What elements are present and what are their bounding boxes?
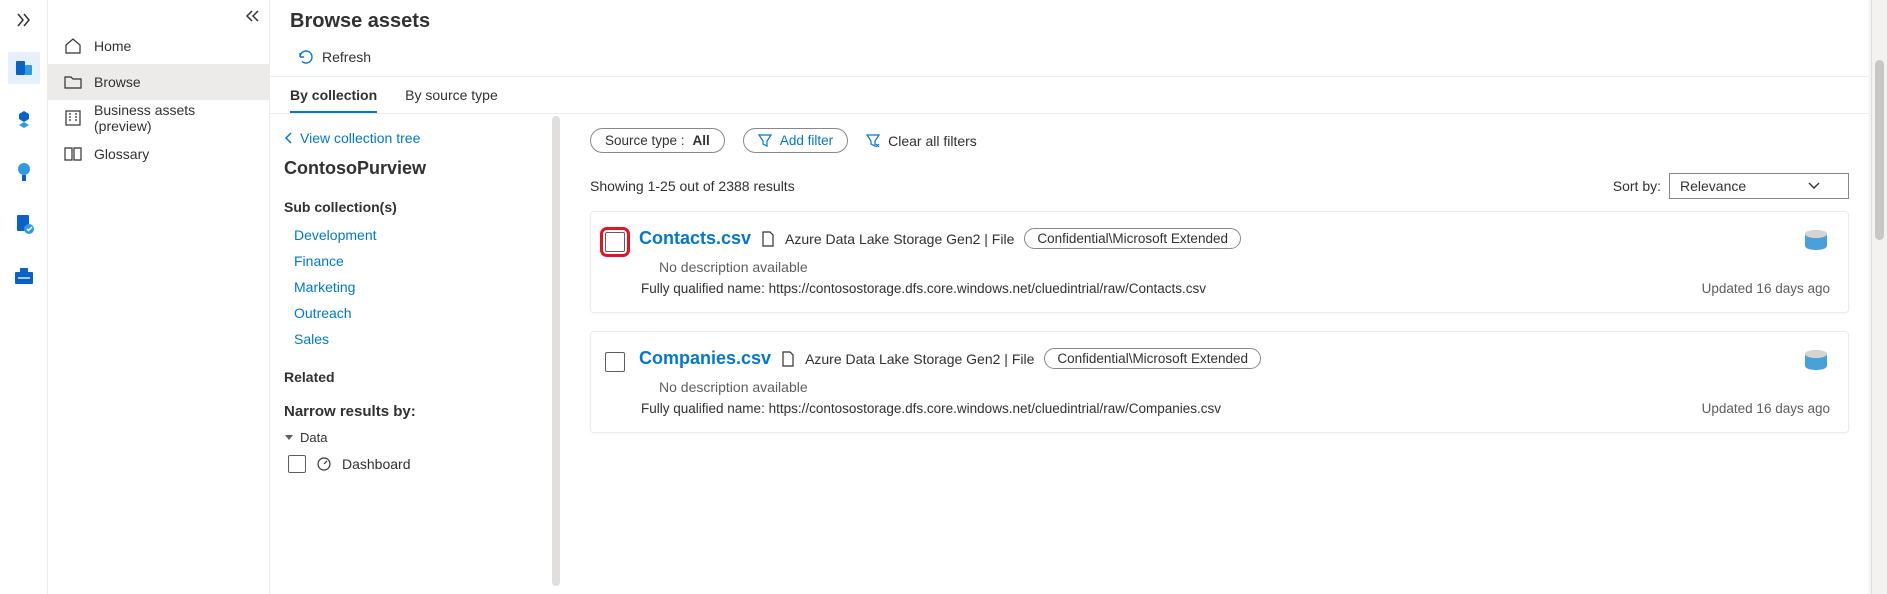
- asset-checkbox[interactable]: [605, 232, 625, 252]
- rail-insights-icon[interactable]: [8, 156, 40, 188]
- classification-pill: Confidential\Microsoft Extended: [1044, 348, 1261, 369]
- asset-name-link[interactable]: Companies.csv: [639, 348, 771, 369]
- asset-name-link[interactable]: Contacts.csv: [639, 228, 751, 249]
- sort-select[interactable]: Relevance: [1669, 173, 1849, 199]
- sort-label: Sort by:: [1613, 178, 1661, 194]
- tab-by-source-type[interactable]: By source type: [405, 77, 498, 113]
- nav-business-assets[interactable]: Business assets (preview): [48, 100, 269, 136]
- scrollbar[interactable]: [1871, 0, 1887, 594]
- chevron-double-right-icon: [16, 13, 32, 27]
- add-filter-button[interactable]: Add filter: [743, 128, 848, 153]
- asset-type: Azure Data Lake Storage Gen2 | File: [805, 351, 1034, 367]
- nav-browse[interactable]: Browse: [48, 64, 269, 100]
- classification-pill: Confidential\Microsoft Extended: [1024, 228, 1241, 249]
- scrollbar-thumb[interactable]: [1875, 60, 1884, 240]
- sub-collections-list: Development Finance Marketing Outreach S…: [284, 225, 548, 349]
- collection-panel: View collection tree ContosoPurview Sub …: [270, 114, 560, 594]
- tab-by-collection[interactable]: By collection: [290, 77, 377, 113]
- collapse-nav-button[interactable]: [243, 6, 263, 26]
- caret-down-icon: [284, 434, 294, 442]
- sub-collection-link[interactable]: Marketing: [284, 277, 548, 297]
- nav-glossary[interactable]: Glossary: [48, 136, 269, 172]
- file-icon: [781, 351, 795, 367]
- asset-checkbox[interactable]: [605, 352, 625, 372]
- sub-collection-link[interactable]: Finance: [284, 251, 548, 271]
- nav-label: Glossary: [94, 146, 149, 162]
- folder-icon: [64, 73, 82, 91]
- asset-type: Azure Data Lake Storage Gen2 | File: [785, 231, 1014, 247]
- related-heading: Related: [284, 369, 548, 385]
- sub-collection-link[interactable]: Outreach: [284, 303, 548, 323]
- storage-type-icon: [1802, 226, 1830, 254]
- tabs: By collection By source type: [270, 77, 1869, 114]
- chevron-down-icon: [1808, 182, 1820, 190]
- book-icon: [64, 145, 82, 163]
- results-meta: Showing 1-25 out of 2388 results Sort by…: [590, 173, 1849, 199]
- home-icon: [64, 37, 82, 55]
- view-collection-tree-link[interactable]: View collection tree: [284, 130, 548, 146]
- expand-rail-button[interactable]: [8, 8, 40, 32]
- filter-add-icon: [758, 134, 772, 148]
- asset-fqn: Fully qualified name: https://contososto…: [641, 401, 1221, 416]
- sub-collection-link[interactable]: Sales: [284, 329, 548, 349]
- asset-description: No description available: [659, 379, 1830, 395]
- asset-card: Contacts.csv Azure Data Lake Storage Gen…: [590, 211, 1849, 313]
- main: Browse assets Refresh By collection By s…: [270, 0, 1869, 594]
- nav-label: Browse: [94, 74, 141, 90]
- icon-rail: [0, 0, 48, 594]
- facet-label: Dashboard: [342, 456, 411, 472]
- file-icon: [761, 231, 775, 247]
- facet-item: Dashboard: [284, 453, 548, 475]
- chevron-left-icon: [284, 132, 294, 144]
- toolbar: Refresh: [270, 37, 1869, 77]
- asset-description: No description available: [659, 259, 1830, 275]
- collection-name: ContosoPurview: [284, 158, 548, 179]
- rail-data-catalog-icon[interactable]: [8, 52, 40, 84]
- sub-collection-link[interactable]: Development: [284, 225, 548, 245]
- filter-clear-icon: [866, 134, 880, 148]
- sub-collections-heading: Sub collection(s): [284, 199, 548, 215]
- side-nav: Home Browse Business assets (preview) Gl…: [48, 0, 270, 594]
- rail-data-map-icon[interactable]: [8, 104, 40, 136]
- asset-fqn: Fully qualified name: https://contososto…: [641, 281, 1206, 296]
- results-area: Source type : All Add filter Clear all f…: [560, 114, 1869, 594]
- nav-label: Home: [94, 38, 131, 54]
- facet-checkbox[interactable]: [288, 455, 306, 473]
- results-count: Showing 1-25 out of 2388 results: [590, 178, 795, 194]
- refresh-label: Refresh: [322, 49, 371, 65]
- chevron-double-left-icon: [246, 10, 260, 22]
- source-type-filter[interactable]: Source type : All: [590, 128, 725, 153]
- refresh-icon: [298, 49, 314, 65]
- rail-policy-icon[interactable]: [8, 208, 40, 240]
- filter-row: Source type : All Add filter Clear all f…: [590, 128, 1849, 153]
- gauge-icon: [316, 456, 332, 472]
- nav-home[interactable]: Home: [48, 28, 269, 64]
- page-title: Browse assets: [290, 10, 1849, 33]
- asset-updated: Updated 16 days ago: [1702, 401, 1830, 416]
- narrow-results-heading: Narrow results by:: [284, 403, 548, 420]
- page-header: Browse assets: [270, 0, 1869, 37]
- rail-management-icon[interactable]: [8, 260, 40, 292]
- refresh-button[interactable]: Refresh: [290, 45, 379, 69]
- building-icon: [64, 109, 82, 127]
- clear-filters-button[interactable]: Clear all filters: [866, 133, 977, 149]
- asset-card: Companies.csv Azure Data Lake Storage Ge…: [590, 331, 1849, 433]
- storage-type-icon: [1802, 346, 1830, 374]
- facet-group[interactable]: Data: [284, 430, 548, 445]
- nav-label: Business assets (preview): [94, 102, 253, 134]
- asset-updated: Updated 16 days ago: [1702, 281, 1830, 296]
